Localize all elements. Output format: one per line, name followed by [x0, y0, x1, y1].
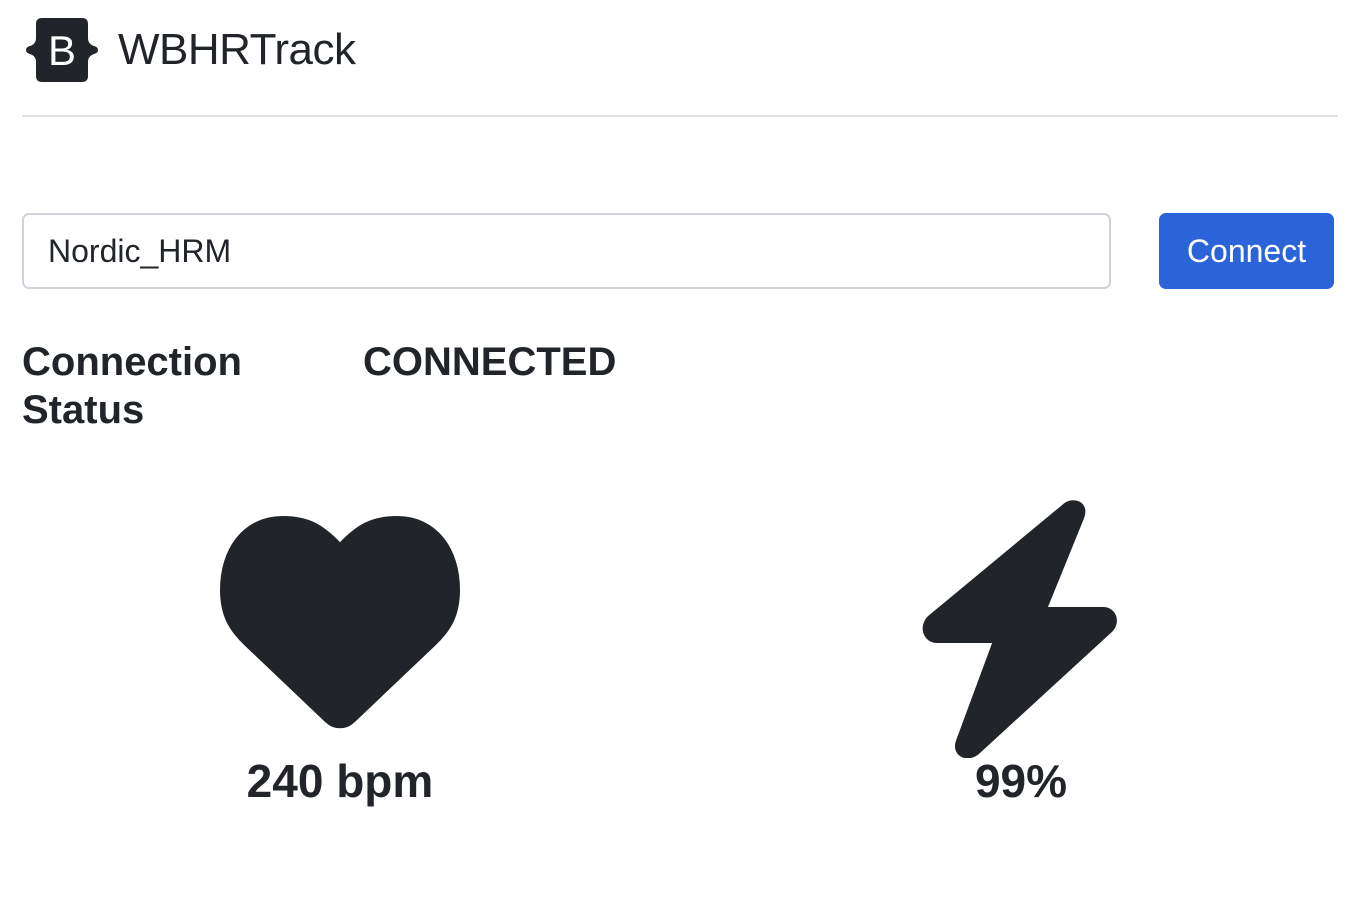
bootstrap-logo-icon[interactable]: B	[22, 18, 102, 82]
header-divider	[22, 115, 1338, 117]
battery-metric: 99%	[851, 496, 1191, 807]
connect-button[interactable]: Connect	[1159, 213, 1334, 289]
app-header: B WBHRTrack	[22, 18, 356, 82]
lightning-icon	[922, 500, 1117, 758]
battery-value: 99%	[974, 755, 1068, 807]
heart-rate-value: 240 bpm	[246, 755, 434, 807]
connection-status-label: Connection Status	[22, 340, 242, 432]
device-name-input[interactable]	[22, 213, 1111, 289]
logo-letter: B	[48, 27, 76, 74]
heart-icon	[220, 516, 460, 729]
heart-rate-metric: 240 bpm	[170, 496, 510, 807]
app-title[interactable]: WBHRTrack	[118, 18, 356, 82]
connection-status-value: CONNECTED	[363, 340, 617, 384]
